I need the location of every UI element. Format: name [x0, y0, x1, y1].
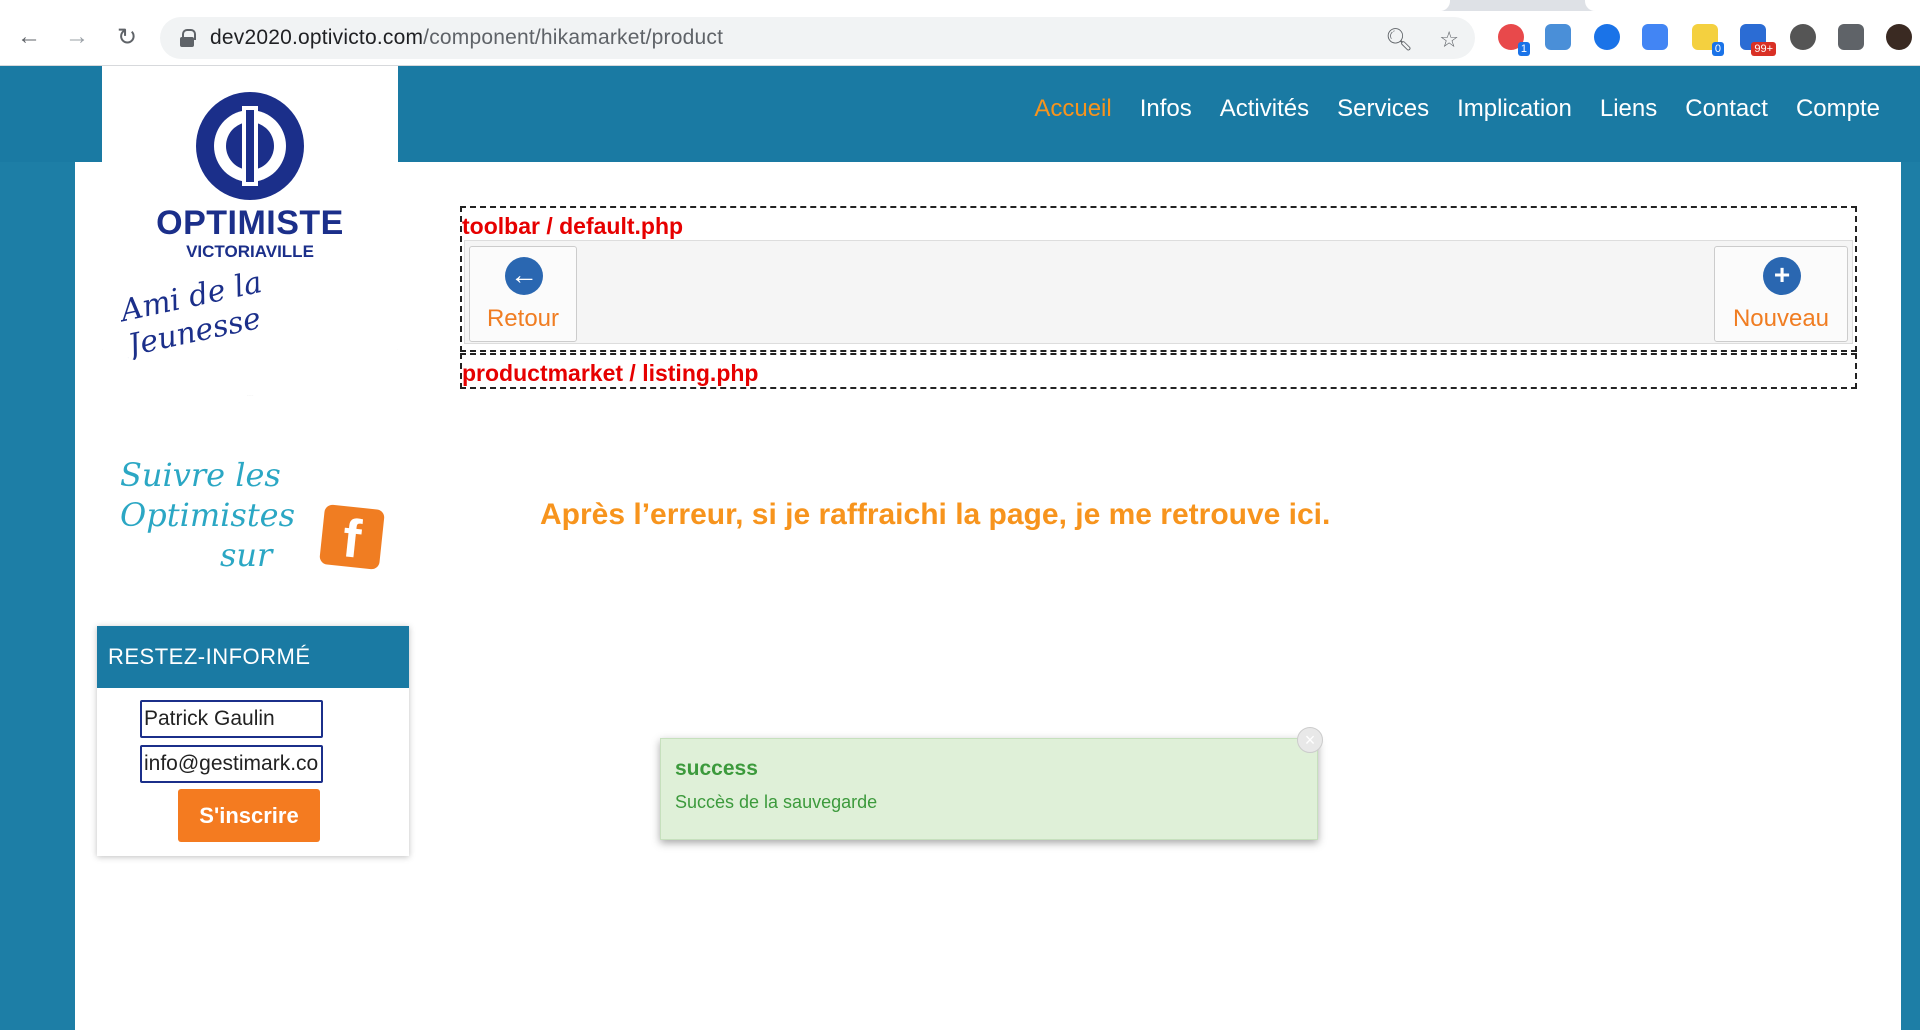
toolbar-template-label: toolbar / default.php: [462, 213, 684, 239]
back-arrow-icon[interactable]: ←: [12, 20, 46, 54]
tab-strip: [0, 0, 1920, 11]
profile-avatar[interactable]: [1886, 24, 1912, 50]
active-tab[interactable]: [0, 0, 1450, 11]
success-notification: success Succès de la sauvegarde ×: [660, 727, 1323, 840]
nav-item-compte[interactable]: Compte: [1796, 95, 1880, 123]
close-icon[interactable]: ×: [1297, 727, 1323, 753]
nav-item-implication[interactable]: Implication: [1457, 95, 1572, 123]
new-button-label: Nouveau: [1732, 305, 1830, 332]
nav-item-infos[interactable]: Infos: [1140, 95, 1192, 123]
extension-privacy-icon[interactable]: [1594, 24, 1620, 50]
extension-notes-icon[interactable]: 0: [1692, 24, 1724, 56]
facebook-follow-link[interactable]: Suivre les Optimistes sur f: [120, 455, 390, 575]
extension-translate-icon[interactable]: [1642, 24, 1668, 50]
nav-item-accueil[interactable]: Accueil: [1034, 95, 1111, 123]
back-button[interactable]: ← Retour: [469, 246, 577, 342]
facebook-icon: f: [319, 504, 385, 570]
plus-circle-icon: +: [1763, 257, 1801, 295]
newsletter-name-field[interactable]: [140, 700, 323, 738]
zoom-icon[interactable]: 🔍︎: [1385, 27, 1413, 53]
nav-item-liens[interactable]: Liens: [1600, 95, 1657, 123]
back-button-label: Retour: [486, 305, 560, 332]
bookmark-star-icon[interactable]: ☆: [1439, 27, 1459, 53]
forward-arrow-icon[interactable]: →: [60, 20, 94, 54]
notification-message: Succès de la sauvegarde: [675, 792, 878, 812]
nav-item-activites[interactable]: Activités: [1220, 95, 1309, 123]
extension-lastpass-icon[interactable]: 1: [1498, 24, 1530, 56]
listing-template-label: productmarket / listing.php: [462, 360, 759, 386]
lock-icon[interactable]: [180, 29, 196, 47]
reload-icon[interactable]: ↻: [110, 20, 144, 54]
notification-title: success: [675, 757, 758, 780]
main-nav: Accueil Infos Activités Services Implica…: [1034, 95, 1880, 123]
site-logo[interactable]: OPTIMISTE VICTORIAVILLE Ami de la Jeunes…: [102, 66, 398, 396]
optimist-emblem-icon: [196, 92, 304, 200]
arrow-left-circle-icon: ←: [505, 257, 543, 295]
logo-title: OPTIMISTE: [156, 204, 344, 242]
toolbar-template-area: toolbar / default.php ← Retour + Nouveau: [460, 206, 1857, 352]
newsletter-email-field[interactable]: [140, 745, 323, 783]
newsletter-box: RESTEZ-INFORMÉ S'inscrire: [97, 626, 409, 856]
subscribe-button[interactable]: S'inscrire: [178, 789, 320, 842]
address-bar[interactable]: dev2020.optivicto.com/component/hikamark…: [160, 17, 1475, 59]
facebook-follow-text: Suivre les Optimistes sur: [120, 456, 296, 574]
extension-mail-icon[interactable]: 99+: [1740, 24, 1776, 56]
url-text[interactable]: dev2020.optivicto.com/component/hikamark…: [210, 26, 723, 50]
newsletter-header: RESTEZ-INFORMÉ: [97, 626, 409, 688]
extension-spheres-icon[interactable]: [1790, 24, 1816, 50]
browser-toolbar: ← → ↻ dev2020.optivicto.com/component/hi…: [0, 0, 1920, 66]
listing-template-area: productmarket / listing.php: [460, 353, 1857, 389]
extension-screen-icon[interactable]: [1545, 24, 1571, 50]
extensions-puzzle-icon[interactable]: [1838, 24, 1864, 50]
new-button[interactable]: + Nouveau: [1714, 246, 1848, 342]
toolbar: ← Retour + Nouveau: [464, 240, 1853, 344]
other-tab[interactable]: [1585, 0, 1920, 11]
nav-item-services[interactable]: Services: [1337, 95, 1429, 123]
nav-item-contact[interactable]: Contact: [1685, 95, 1768, 123]
page-message: Après l’erreur, si je raffraichi la page…: [540, 498, 1331, 531]
